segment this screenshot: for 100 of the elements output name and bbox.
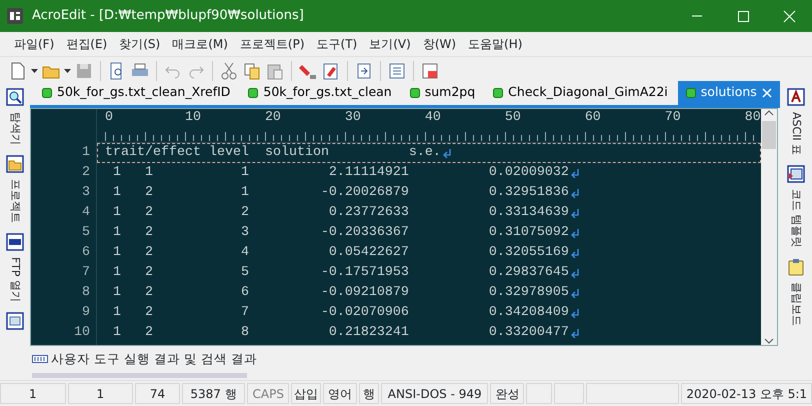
data-cell: 2 — [144, 205, 153, 220]
status-field: ANSI-DOS - 949 — [381, 383, 488, 404]
line-number: 6 — [81, 244, 91, 262]
list-icon[interactable] — [387, 60, 407, 80]
menu-item[interactable]: 보기(V) — [363, 35, 417, 53]
copy-icon[interactable] — [242, 60, 262, 80]
file-status-icon — [493, 88, 504, 98]
file-tab[interactable]: solutions — [678, 81, 780, 105]
scroll-up-icon[interactable] — [764, 109, 774, 117]
line-number: 9 — [81, 304, 91, 322]
status-field — [554, 383, 584, 404]
menu-item[interactable]: 도움말(H) — [462, 35, 528, 53]
data-cell: 8 — [240, 325, 249, 340]
file-tab[interactable]: sum2pq — [402, 81, 484, 105]
line-number: 4 — [81, 204, 91, 222]
close-icon[interactable] — [782, 8, 796, 24]
return-icon — [570, 268, 580, 278]
line-number: 10 — [73, 324, 91, 342]
sidebar-tab[interactable]: 프로젝트 — [8, 177, 22, 225]
data-cell: -0.17571953 — [320, 265, 409, 280]
status-field: 완성 — [490, 383, 524, 404]
data-cell: 0.02009032 — [488, 165, 569, 180]
menu-item[interactable]: 창(W) — [416, 35, 462, 53]
menu-item[interactable]: 프로젝트(P) — [234, 35, 311, 53]
caret-icon[interactable] — [64, 68, 71, 72]
data-cell: 1 — [112, 165, 121, 180]
file-tab[interactable]: 50k_for_gs.txt_clean_XrefID — [34, 81, 238, 105]
line-number: 5 — [81, 224, 91, 242]
sidebar-tab[interactable]: ASCII 표 — [789, 110, 803, 158]
data-cell: -0.02070906 — [320, 305, 409, 320]
template-icon[interactable] — [787, 165, 805, 184]
file-status-icon — [248, 88, 258, 98]
file-tab[interactable]: Check_Diagonal_GimA22i — [485, 81, 676, 105]
magnifier-icon[interactable] — [6, 88, 24, 106]
data-cell: 0.32978905 — [488, 285, 569, 300]
data-cell: 2 — [144, 225, 153, 240]
status-field: 영어 — [323, 383, 358, 404]
data-cell: 1 — [112, 185, 121, 200]
file-tab[interactable]: 50k_for_gs.txt_clean — [240, 81, 400, 105]
close-icon[interactable] — [762, 88, 772, 98]
line-number: 7 — [81, 264, 91, 282]
scrollbar-thumb[interactable] — [762, 121, 776, 149]
data-cell: 2 — [144, 325, 153, 340]
return-icon — [570, 168, 580, 178]
menu-item[interactable]: 편집(E) — [60, 35, 114, 53]
letter-icon[interactable] — [787, 88, 805, 106]
calendar-icon[interactable] — [420, 60, 440, 80]
return-icon — [570, 288, 580, 298]
return-icon — [570, 228, 580, 238]
data-cell: 0.33200477 — [488, 325, 569, 340]
menu-item[interactable]: 매크로(M) — [166, 35, 234, 53]
menu-item[interactable]: 도구(T) — [310, 35, 364, 53]
data-cell: -0.09210879 — [320, 285, 409, 300]
data-cell: 0.29837645 — [488, 265, 569, 280]
file-status-icon — [410, 88, 420, 98]
folder-icon[interactable] — [6, 155, 24, 173]
status-field: 2020-02-13 오후 5:1 — [681, 383, 812, 404]
panel-tab[interactable]: 사용자 도구 실행 결과 및 검색 결과 — [51, 350, 257, 369]
line-number: 1 — [81, 144, 91, 162]
status-field: 삽입 — [291, 383, 322, 404]
window-title: AcroEdit - [D:₩temp₩blupf90₩solutions] — [32, 7, 304, 26]
app-icon — [6, 7, 24, 25]
line-number: 3 — [81, 184, 91, 202]
status-field: 행 — [359, 383, 380, 404]
sidebar-tab[interactable]: 탐색기 — [8, 110, 22, 147]
file-status-icon — [42, 88, 52, 98]
data-cell: 0.05422627 — [328, 245, 409, 260]
file-status-icon — [686, 88, 696, 98]
status-field: 1 — [68, 383, 134, 404]
data-cell: 0.31075092 — [488, 225, 569, 240]
column-header: s.e. — [408, 144, 441, 162]
sidebar-tab[interactable]: 코드 템플릿 — [789, 187, 803, 250]
data-cell: -0.20336367 — [320, 225, 409, 240]
return-icon — [570, 248, 580, 258]
data-cell: 1 — [240, 165, 249, 180]
ruler-number: 20 — [264, 109, 282, 127]
data-cell: 2 — [240, 205, 249, 220]
maximize-icon[interactable] — [736, 8, 750, 24]
line-number: 8 — [81, 284, 91, 302]
return-icon — [570, 328, 580, 338]
caret-icon[interactable] — [31, 68, 38, 72]
scroll-down-icon[interactable] — [764, 337, 774, 345]
sidebar-tab[interactable]: FTP 열기 — [8, 255, 22, 304]
ruler-number: 0 — [105, 109, 114, 127]
window-icon[interactable] — [6, 312, 24, 330]
data-cell: 2.11114921 — [328, 165, 409, 180]
ruler-number: 70 — [664, 109, 682, 127]
menu-item[interactable]: 찾기(S) — [113, 35, 166, 53]
menu-item[interactable]: 파일(F) — [8, 35, 60, 53]
status-field: 1 — [0, 383, 66, 404]
ruler-number: 10 — [184, 109, 202, 127]
status-field: CAPS — [247, 383, 290, 404]
sidebar-tab[interactable]: 클립보드 — [789, 280, 803, 328]
return-icon — [570, 208, 580, 218]
data-cell: 0.33134639 — [488, 205, 569, 220]
data-cell: 0.34208409 — [488, 305, 569, 320]
return-icon — [570, 188, 580, 198]
scissors-icon[interactable] — [219, 60, 239, 80]
clipboard-icon[interactable] — [787, 258, 805, 276]
data-cell: 4 — [240, 245, 249, 260]
